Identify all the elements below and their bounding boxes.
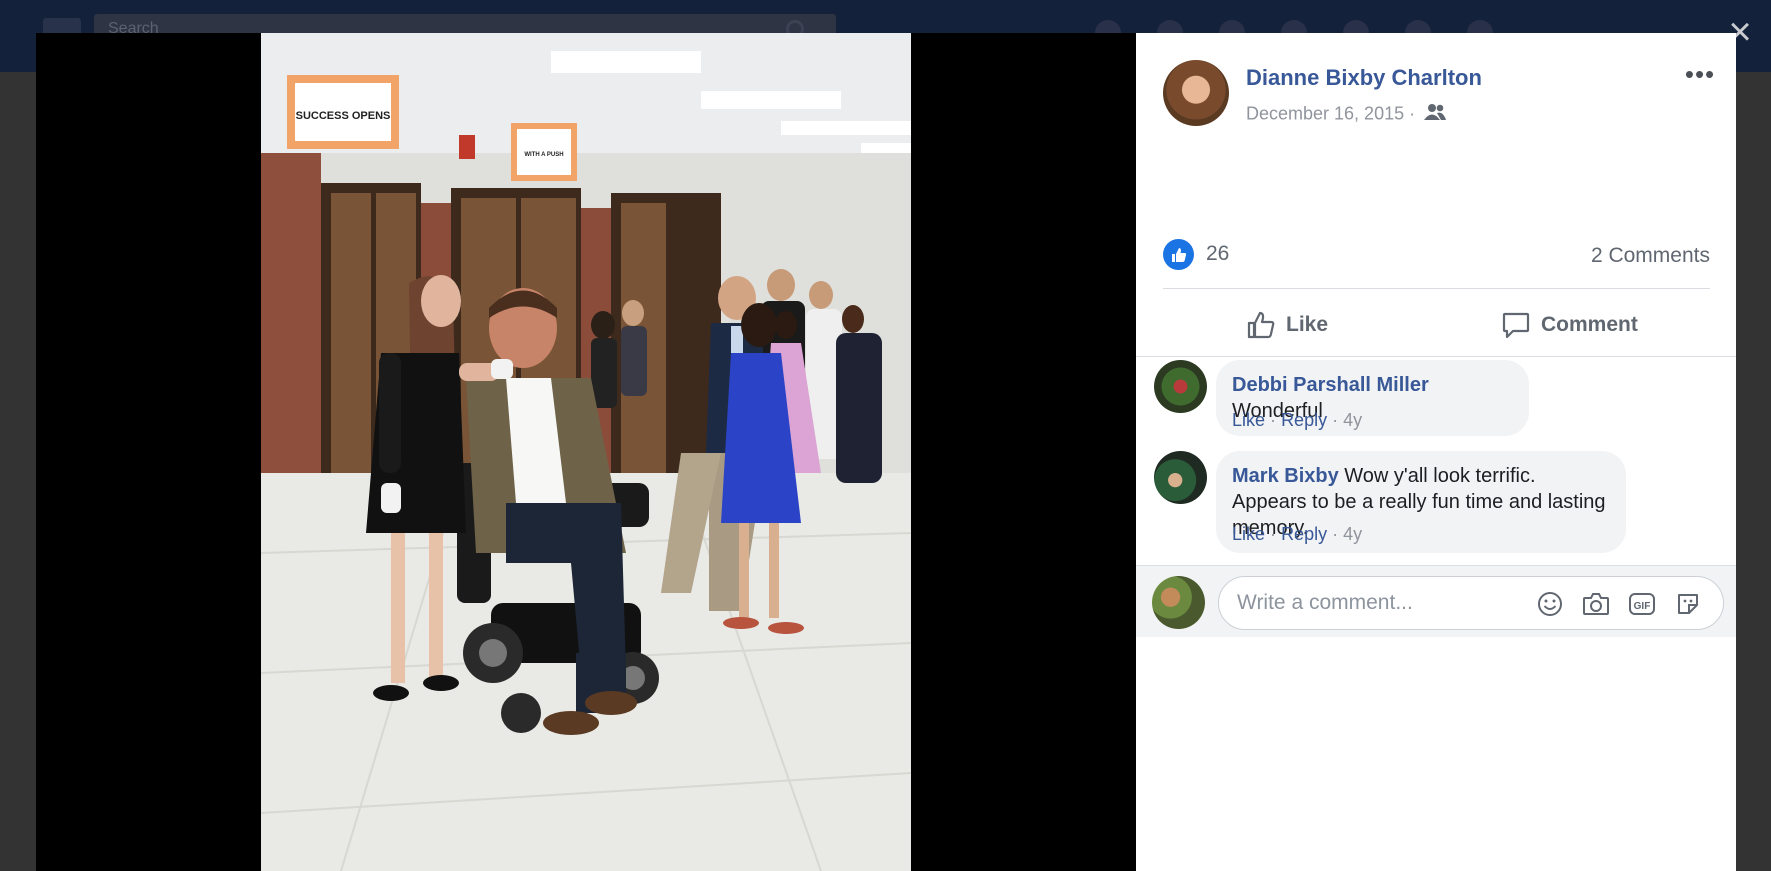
post-photo[interactable]: SUCCESS OPENS WITH A PUSH (261, 33, 911, 871)
current-user-avatar[interactable] (1152, 576, 1205, 629)
comment-actions: Like · Reply · 4y (1232, 524, 1362, 545)
photo-illustration: SUCCESS OPENS WITH A PUSH (261, 33, 911, 871)
comment-button-label: Comment (1541, 313, 1638, 336)
comment-like-link[interactable]: Like (1232, 524, 1265, 544)
separator: · (1270, 524, 1277, 544)
photo-stage: SUCCESS OPENS WITH A PUSH (36, 33, 1136, 871)
like-thumb-icon (1247, 311, 1275, 339)
comment-composer: GIF (1136, 565, 1736, 637)
comment-age[interactable]: 4y (1343, 524, 1362, 544)
author-avatar[interactable] (1163, 60, 1229, 126)
post-meta: December 16, 2015 · (1246, 103, 1447, 126)
comment-bubble-icon (1502, 312, 1530, 339)
author-name[interactable]: Dianne Bixby Charlton (1246, 65, 1482, 91)
composer-icons: GIF (1536, 590, 1702, 618)
commenter-name[interactable]: Debbi Parshall Miller (1232, 374, 1429, 396)
like-button-label: Like (1286, 313, 1329, 336)
sign-success-opens: SUCCESS OPENS (296, 110, 391, 122)
comment-reply-link[interactable]: Reply (1281, 524, 1327, 544)
separator: · (1270, 410, 1277, 430)
like-button[interactable]: Like (1246, 303, 1328, 347)
camera-icon[interactable] (1582, 590, 1610, 618)
emoji-icon[interactable] (1536, 590, 1564, 618)
commenter-name[interactable]: Mark Bixby (1232, 465, 1339, 487)
gif-icon[interactable]: GIF (1628, 590, 1656, 618)
like-reaction-icon[interactable] (1163, 239, 1194, 270)
post-panel: Dianne Bixby Charlton December 16, 2015 … (1136, 33, 1736, 871)
comment-reply-link[interactable]: Reply (1281, 410, 1327, 430)
comment-actions: Like · Reply · 4y (1232, 410, 1362, 431)
sticker-icon[interactable] (1674, 590, 1702, 618)
comment-count[interactable]: 2 Comments (1591, 244, 1710, 268)
comment-button[interactable]: Comment (1501, 303, 1638, 347)
more-options-icon[interactable]: ••• (1682, 61, 1718, 89)
comment-age[interactable]: 4y (1343, 410, 1362, 430)
svg-text:GIF: GIF (1634, 601, 1651, 612)
commenter-avatar[interactable] (1154, 360, 1207, 413)
audience-friends-icon[interactable] (1424, 103, 1447, 126)
comment-like-link[interactable]: Like (1232, 410, 1265, 430)
divider (1163, 288, 1710, 289)
commenter-avatar[interactable] (1154, 451, 1207, 504)
separator: · (1332, 524, 1339, 544)
post-date[interactable]: December 16, 2015 · (1246, 103, 1415, 123)
divider (1136, 356, 1736, 357)
separator: · (1332, 410, 1339, 430)
reaction-count[interactable]: 26 (1206, 242, 1229, 266)
sign-with-a-push: WITH A PUSH (524, 152, 563, 158)
